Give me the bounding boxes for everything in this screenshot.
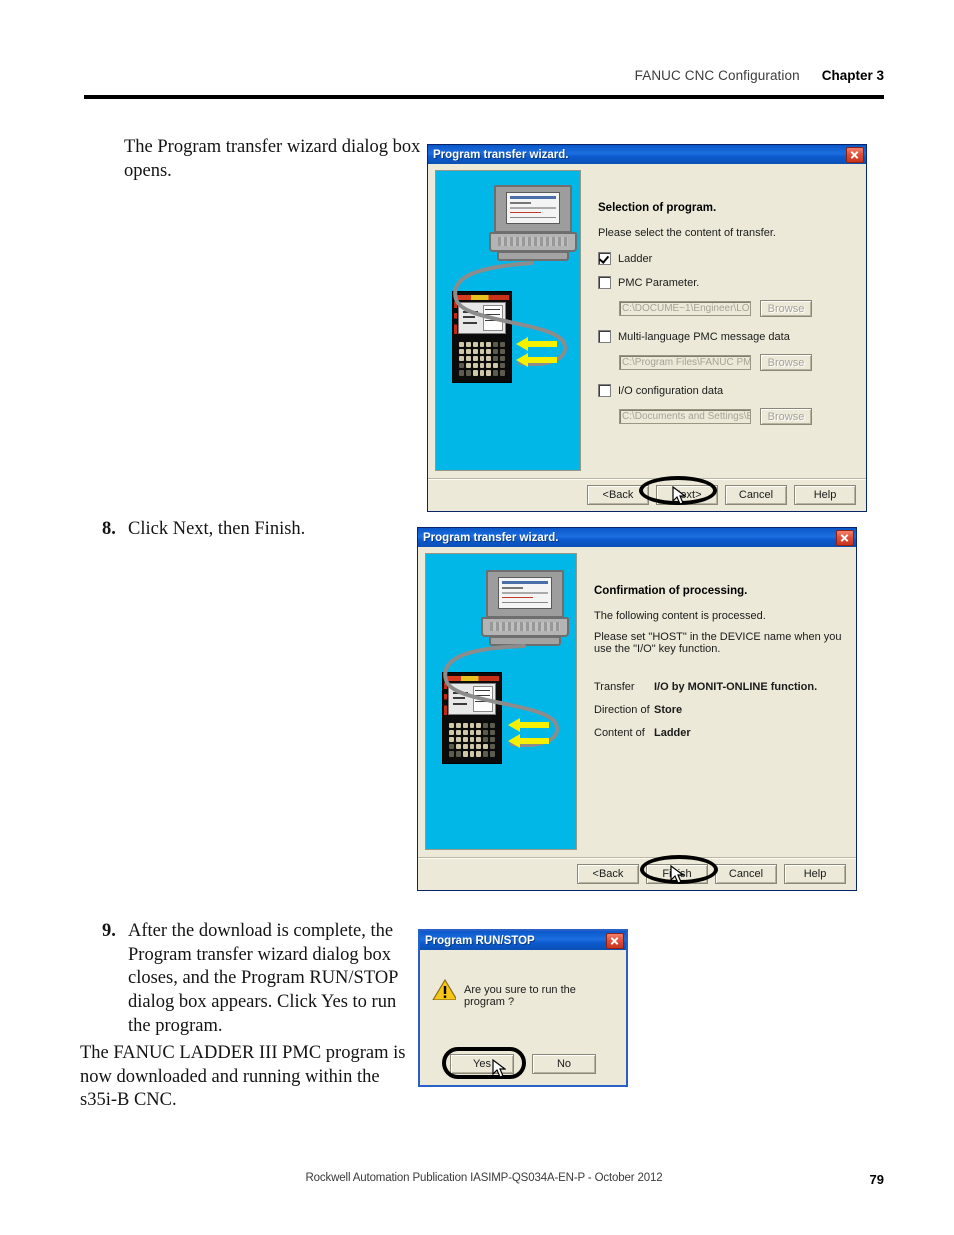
detail-value-content: Ladder (654, 727, 691, 739)
step-8-text: Click Next, then Finish. (128, 519, 306, 539)
dialog-2-title: Program transfer wizard. (423, 531, 559, 544)
pmc-parameter-path-input[interactable]: C:\DOCUME~1\Engineer\LOC (619, 301, 751, 316)
detail-key-content: Content of (594, 727, 645, 739)
help-button[interactable]: Help (784, 864, 846, 884)
connection-cable (443, 644, 559, 747)
field-row-io-configuration: C:\Documents and Settings\En Browse (619, 408, 850, 425)
checkbox-ladder[interactable] (598, 252, 611, 265)
dialog-1-title: Program transfer wizard. (433, 148, 569, 161)
step-8-number: 8. (102, 519, 116, 539)
connection-cable (453, 261, 567, 366)
browse-button-multilanguage-message[interactable]: Browse (760, 354, 812, 371)
multilanguage-message-path-input[interactable]: C:\Program Files\FANUC PMC (619, 355, 751, 370)
dialog-1-body: Selection of program. Please select the … (428, 164, 866, 511)
next-button[interactable]: Next> (656, 485, 718, 505)
program-transfer-wizard-dialog-1[interactable]: Program transfer wizard. Selection of pr… (427, 144, 867, 512)
dialog-2-button-bar: <Back Finish Cancel Help (418, 857, 856, 890)
detail-key-transfer: Transfer (594, 681, 635, 693)
step-8: 8. Click Next, then Finish. (102, 518, 422, 542)
intro-paragraph: The Program transfer wizard dialog box o… (124, 137, 421, 181)
help-button[interactable]: Help (794, 485, 856, 505)
checkbox-row-io-configuration[interactable]: I/O configuration data (598, 384, 850, 397)
header-rule (84, 95, 884, 99)
browse-button-io-configuration[interactable]: Browse (760, 408, 812, 425)
detail-key-direction: Direction of (594, 704, 650, 716)
page-header: FANUC CNC Configuration Chapter 3 (84, 68, 884, 83)
checkbox-pmc-parameter-label: PMC Parameter. (618, 276, 700, 289)
header-chapter-name: FANUC CNC Configuration (634, 68, 800, 83)
dialog-1-titlebar[interactable]: Program transfer wizard. (428, 145, 866, 164)
step-9: 9. After the download is complete, the P… (102, 920, 402, 1038)
checkbox-io-configuration-label: I/O configuration data (618, 384, 724, 397)
step-9-text: After the download is complete, the Prog… (128, 921, 398, 1036)
detail-value-transfer: I/O by MONIT-ONLINE function. (654, 681, 818, 693)
checkbox-pmc-parameter[interactable] (598, 276, 611, 289)
selection-pane: Selection of program. Please select the … (598, 202, 850, 438)
dialog-1-button-bar: <Back Next> Cancel Help (428, 478, 866, 511)
close-icon[interactable] (846, 146, 864, 163)
checkbox-multilanguage-message-label: Multi-language PMC message data (618, 330, 790, 343)
transfer-arrow-2 (508, 718, 549, 748)
dialog-3-titlebar[interactable]: Program RUN/STOP (420, 931, 626, 950)
detail-row-content: Content of Ladder (594, 727, 844, 739)
checkbox-row-ladder[interactable]: Ladder (598, 252, 850, 265)
detail-row-transfer: Transfer I/O by MONIT-ONLINE function. (594, 681, 844, 693)
no-button[interactable]: No (532, 1054, 596, 1074)
dialog-2-body: Confirmation of processing. The followin… (418, 547, 856, 890)
field-row-multilanguage-message: C:\Program Files\FANUC PMC Browse (619, 354, 850, 371)
browse-button-pmc-parameter[interactable]: Browse (760, 300, 812, 317)
step-9-number: 9. (102, 921, 116, 941)
close-icon[interactable] (606, 932, 624, 949)
dialog-3-body: Are you sure to run the program ? Yes No (420, 950, 626, 1085)
program-run-stop-dialog[interactable]: Program RUN/STOP Are you sure to run the… (418, 929, 628, 1087)
checkbox-ladder-label: Ladder (618, 252, 653, 265)
warning-triangle-icon (432, 978, 456, 1000)
confirmation-heading: Confirmation of processing. (594, 585, 748, 597)
cancel-button[interactable]: Cancel (715, 864, 777, 884)
header-chapter-number: Chapter 3 (821, 68, 884, 83)
dialog-2-titlebar[interactable]: Program transfer wizard. (418, 528, 856, 547)
yes-button[interactable]: Yes (450, 1054, 514, 1074)
close-icon[interactable] (836, 529, 854, 546)
dialog-3-title: Program RUN/STOP (425, 934, 535, 947)
field-row-pmc-parameter: C:\DOCUME~1\Engineer\LOC Browse (619, 300, 850, 317)
confirmation-line-2: Please set "HOST" in the DEVICE name whe… (594, 631, 842, 655)
footer-page-number: 79 (869, 1172, 884, 1187)
checkbox-multilanguage-message[interactable] (598, 330, 611, 343)
detail-value-direction: Store (654, 704, 683, 716)
transfer-arrow-1 (516, 337, 557, 367)
transfer-illustration-1 (435, 170, 581, 471)
finish-button[interactable]: Finish (646, 864, 708, 884)
io-configuration-path-input[interactable]: C:\Documents and Settings\En (619, 409, 751, 424)
confirmation-pane: Confirmation of processing. The followin… (594, 585, 844, 750)
back-button[interactable]: <Back (587, 485, 649, 505)
transfer-illustration-2 (425, 553, 577, 850)
cancel-button[interactable]: Cancel (725, 485, 787, 505)
selection-heading: Selection of program. (598, 202, 717, 214)
back-button[interactable]: <Back (577, 864, 639, 884)
confirmation-line-1: The following content is processed. (594, 610, 766, 622)
checkbox-row-multilanguage-message[interactable]: Multi-language PMC message data (598, 330, 850, 343)
detail-row-direction: Direction of Store (594, 704, 844, 716)
checkbox-io-configuration[interactable] (598, 384, 611, 397)
checkbox-row-pmc-parameter[interactable]: PMC Parameter. (598, 276, 850, 289)
program-transfer-wizard-dialog-2[interactable]: Program transfer wizard. Confirmation of… (417, 527, 857, 891)
confirmation-message: Are you sure to run the program ? (464, 984, 576, 1008)
outro-paragraph: The FANUC LADDER III PMC program is now … (80, 1043, 406, 1111)
selection-prompt: Please select the content of transfer. (598, 227, 776, 239)
